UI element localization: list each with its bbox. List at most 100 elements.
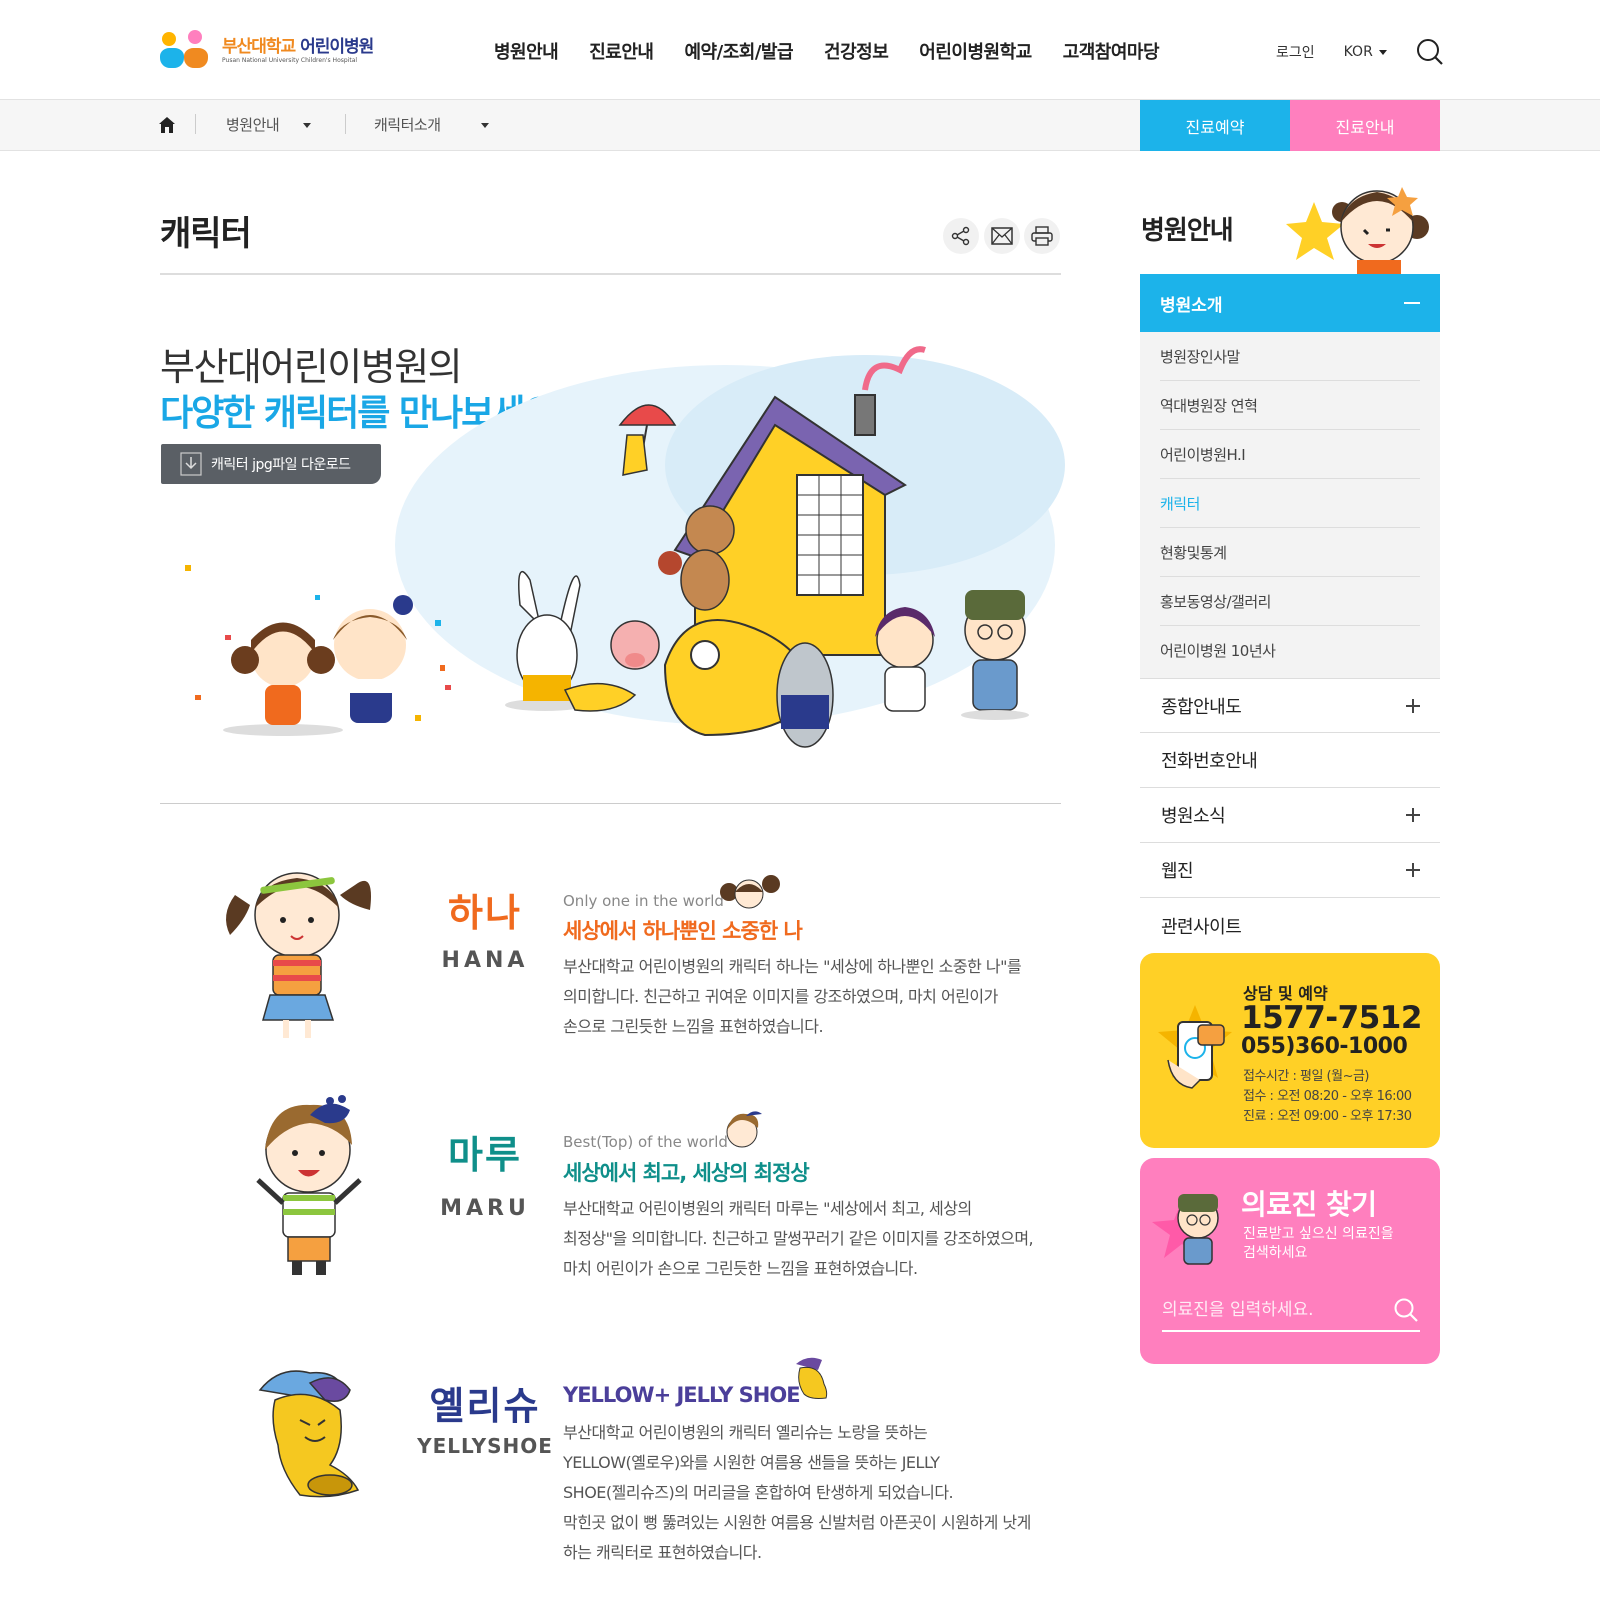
breadcrumb-depth1-label: 병원안내	[226, 116, 280, 134]
nav-hospital-info[interactable]: 병원안내	[494, 38, 559, 64]
sidebar-title: 병원안내	[1141, 216, 1234, 246]
main-nav: 병원안내 진료안내 예약/조회/발급 건강정보 어린이병원학교 고객참여마당	[494, 38, 1190, 64]
submenu-item-10years[interactable]: 어린이병원 10년사	[1160, 626, 1420, 675]
search-icon[interactable]	[1393, 1297, 1419, 1323]
contact-hours-line: 진료 : 오전 09:00 - 오후 17:30	[1243, 1109, 1412, 1124]
submenu-item-gallery[interactable]: 홍보동영상/갤러리	[1160, 577, 1420, 626]
sidebar-item-label: 병원소식	[1161, 806, 1226, 827]
sidebar-item-related-sites[interactable]: 관련사이트	[1140, 898, 1440, 953]
caret-down-icon	[303, 123, 312, 128]
maru-description: 부산대학교 어린이병원의 캐릭터 마루는 "세상에서 최고, 세상의 최정상"을…	[563, 1194, 1073, 1284]
utility-links: 로그인 KOR	[1276, 42, 1387, 62]
logo-name-1: 부산대학교	[222, 37, 296, 58]
caret-down-icon	[480, 123, 489, 128]
yellyshoe-title: YELLOW+ JELLY SHOE	[563, 1383, 801, 1407]
mail-icon	[991, 227, 1013, 245]
hana-description: 부산대학교 어린이병원의 캐릭터 하나는 "세상에 하나뿐인 소중한 나"를 의…	[563, 952, 1063, 1042]
plus-icon	[1406, 863, 1420, 877]
yellyshoe-name-en: YELLYSHOE	[417, 1434, 553, 1458]
nav-health-info[interactable]: 건강정보	[824, 38, 889, 64]
intro-divider	[160, 803, 1061, 804]
breadcrumb-depth2-label: 캐릭터소개	[374, 116, 441, 134]
maru-name-en: MARU	[440, 1196, 530, 1221]
nav-treatment-info[interactable]: 진료안내	[589, 38, 654, 64]
caret-down-icon	[1378, 49, 1387, 55]
doctor-search-desc-line: 진료받고 싶으신 의료진을	[1243, 1226, 1394, 1242]
hana-small-icon	[720, 875, 780, 909]
submenu-item-hi[interactable]: 어린이병원H.I	[1160, 430, 1420, 479]
yellyshoe-description: 부산대학교 어린이병원의 캐릭터 옐리슈는 노랑을 뜻하는 YELLOW(옐로우…	[563, 1418, 1073, 1568]
reservation-button[interactable]: 진료예약	[1140, 100, 1290, 151]
sidebar-item-hospital-intro[interactable]: 병원소개	[1140, 274, 1440, 332]
yellyshoe-desc-line: 부산대학교 어린이병원의 캐릭터 옐리슈는 노랑을 뜻하는	[563, 1423, 928, 1442]
email-button[interactable]	[984, 218, 1020, 254]
maru-character-image	[256, 1095, 362, 1275]
print-icon	[1031, 226, 1053, 246]
hana-desc-line: 손으로 그린듯한 느낌을 표현하였습니다.	[563, 1017, 824, 1036]
hana-name-ko: 하나	[448, 891, 522, 935]
breadcrumb-depth1[interactable]: 병원안내	[226, 114, 312, 135]
sidebar-item-webzine[interactable]: 웹진	[1140, 843, 1440, 898]
logo-kids-icon	[160, 30, 216, 72]
language-label: KOR	[1343, 44, 1373, 60]
sidebar-item-floor-guide[interactable]: 종합안내도	[1140, 678, 1440, 733]
language-select[interactable]: KOR	[1344, 44, 1387, 60]
sidebar-item-news[interactable]: 병원소식	[1140, 788, 1440, 843]
doctor-search-input[interactable]	[1162, 1290, 1420, 1332]
plus-icon	[1406, 699, 1420, 713]
hana-tagline: Only one in the world	[563, 892, 724, 910]
phone-icon	[1158, 1005, 1232, 1089]
submenu-item-statistics[interactable]: 현황및통계	[1160, 528, 1420, 577]
maru-tagline: Best(Top) of the world	[563, 1133, 728, 1151]
nav-reservation[interactable]: 예약/조회/발급	[685, 38, 794, 64]
contact-phone-2[interactable]: 055)360-1000	[1241, 1034, 1408, 1059]
hana-desc-line: 의미합니다. 친근하고 귀여운 이미지를 강조하였으며, 마치 어린이가	[563, 987, 998, 1006]
maru-desc-line: 마치 어린이가 손으로 그린듯한 느낌을 표현하였습니다.	[563, 1259, 918, 1278]
share-button[interactable]	[943, 218, 979, 254]
doctor-search-desc-line: 검색하세요	[1243, 1245, 1308, 1261]
sidebar-item-label: 전화번호안내	[1161, 751, 1258, 772]
submenu-item-history[interactable]: 역대병원장 연혁	[1160, 381, 1420, 430]
maru-desc-line: 최정상"을 의미합니다. 친근하고 말썽꾸러기 같은 이미지를 강조하였으며,	[563, 1229, 1034, 1248]
breadcrumb-depth2[interactable]: 캐릭터소개	[374, 114, 489, 135]
collapse-icon[interactable]	[1404, 302, 1420, 304]
hana-character-image	[226, 872, 371, 1038]
contact-phone-1[interactable]: 1577-7512	[1241, 1000, 1422, 1036]
sidebar-item-label: 관련사이트	[1161, 916, 1242, 938]
hana-desc-line: 부산대학교 어린이병원의 캐릭터 하나는 "세상에 하나뿐인 소중한 나"를	[563, 957, 1022, 976]
print-button[interactable]	[1024, 218, 1060, 254]
maru-title: 세상에서 최고, 세상의 최정상	[563, 1161, 810, 1185]
doctor-search-desc: 진료받고 싶으신 의료진을 검색하세요	[1243, 1225, 1394, 1263]
sidebar-item-label: 종합안내도	[1161, 696, 1242, 718]
treatment-guide-button[interactable]: 진료안내	[1290, 100, 1440, 151]
plus-icon	[1406, 808, 1420, 822]
sidebar-mascot-image	[1286, 187, 1429, 274]
logo-name-2: 어린이병원	[300, 37, 374, 58]
title-divider	[160, 273, 1061, 275]
yellyshoe-name-ko: 옐리슈	[429, 1384, 541, 1428]
login-link[interactable]: 로그인	[1276, 42, 1315, 62]
sidebar-item-label: 웹진	[1161, 861, 1194, 882]
maru-name-ko: 마루	[448, 1133, 522, 1177]
submenu-item-greeting[interactable]: 병원장인사말	[1160, 332, 1420, 381]
yellyshoe-character-image	[258, 1370, 360, 1498]
yellyshoe-desc-line: 막힌곳 없이 뻥 뚫려있는 시원한 여름용 신발처럼 아픈곳이 시원하게 낫게	[563, 1513, 1031, 1532]
submenu-item-character[interactable]: 캐릭터	[1160, 479, 1420, 528]
site-logo[interactable]: 부산대학교 어린이병원 Pusan National University Ch…	[160, 30, 374, 72]
nav-hospital-school[interactable]: 어린이병원학교	[919, 38, 1032, 64]
yellyshoe-desc-line: SHOE(젤리슈즈)의 머리글을 혼합하여 탄생하게 되었습니다.	[563, 1483, 954, 1502]
search-icon[interactable]	[1416, 38, 1444, 66]
sidebar-item-phone[interactable]: 전화번호안내	[1140, 733, 1440, 788]
divider	[345, 114, 346, 134]
share-icon	[951, 226, 970, 246]
hana-title: 세상에서 하나뿐인 소중한 나	[563, 919, 803, 943]
doctor-search-title: 의료진 찾기	[1241, 1188, 1377, 1221]
contact-hours-line: 접수 : 오전 08:20 - 오후 16:00	[1243, 1089, 1412, 1104]
sidebar-submenu: 병원장인사말 역대병원장 연혁 어린이병원H.I 캐릭터 현황및통계 홍보동영상…	[1140, 332, 1440, 678]
maru-small-icon	[726, 1111, 762, 1148]
home-icon[interactable]	[158, 116, 176, 134]
contact-hours: 접수시간 : 평일 (월~금) 접수 : 오전 08:20 - 오후 16:00…	[1243, 1067, 1412, 1127]
yellyshoe-desc-line: 하는 캐릭터로 표현하였습니다.	[563, 1543, 762, 1562]
divider	[195, 114, 196, 134]
nav-customer[interactable]: 고객참여마당	[1063, 38, 1160, 64]
